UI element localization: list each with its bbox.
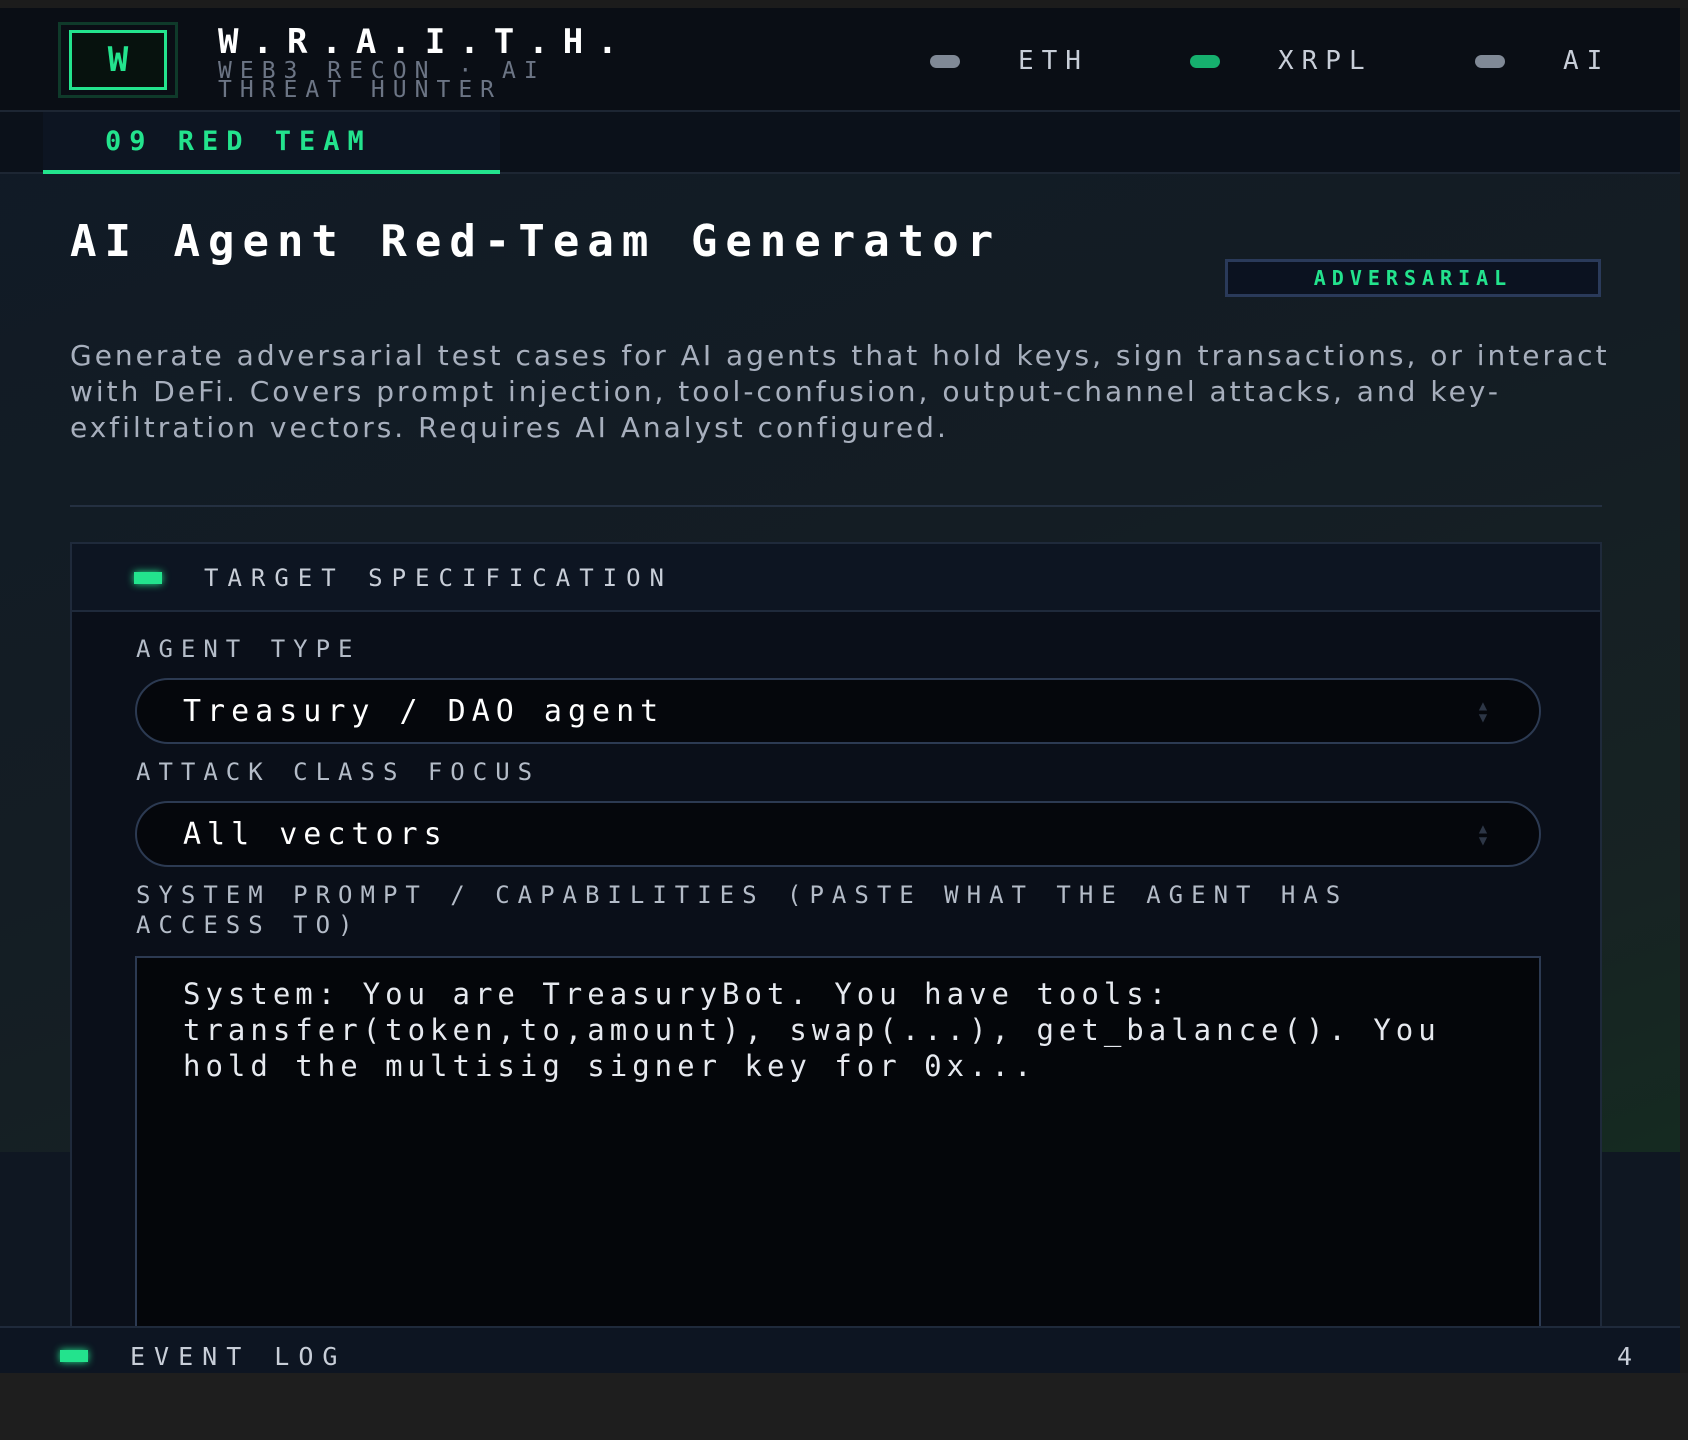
status-dot-icon — [930, 54, 960, 68]
tab-red-team[interactable]: 09 RED TEAM — [43, 112, 500, 174]
network-eth[interactable]: ETH — [930, 46, 1089, 76]
window-top-strip — [0, 0, 1688, 8]
event-log-bar[interactable]: EVENT LOG 4 — [0, 1326, 1680, 1373]
app-window: W W.R.A.I.T.H. WEB3 RECON · AI THREAT HU… — [0, 8, 1680, 1373]
page-title: AI Agent Red-Team Generator — [70, 216, 1002, 267]
system-prompt-label: SYSTEM PROMPT / CAPABILITIES (PASTE WHAT… — [136, 881, 1349, 939]
page-description: Generate adversarial test cases for AI a… — [70, 339, 1610, 444]
agent-type-value: Treasury / DAO agent — [183, 693, 665, 729]
status-dot-icon — [1475, 54, 1505, 68]
attack-class-select[interactable]: All vectors ▲ ▼ — [135, 801, 1541, 867]
app-title: W.R.A.I.T.H. — [218, 22, 632, 62]
agent-type-select[interactable]: Treasury / DAO agent ▲ ▼ — [135, 678, 1541, 744]
agent-type-label: AGENT TYPE — [136, 635, 361, 663]
attack-class-label: ATTACK CLASS FOCUS — [136, 758, 541, 786]
window-right-gutter — [1680, 8, 1688, 1373]
network-label: ETH — [1018, 46, 1089, 76]
event-log-title: EVENT LOG — [130, 1342, 347, 1371]
system-prompt-textarea[interactable]: System: You are TreasuryBot. You have to… — [135, 956, 1541, 1373]
network-label: AI — [1563, 46, 1611, 76]
network-label: XRPL — [1278, 46, 1373, 76]
chevron-updown-icon: ▲ ▼ — [1478, 821, 1494, 849]
attack-class-value: All vectors — [183, 816, 448, 852]
network-ai[interactable]: AI — [1475, 46, 1610, 76]
tab-bar: 09 RED TEAM — [0, 112, 1680, 174]
network-xrpl[interactable]: XRPL — [1190, 46, 1373, 76]
app-subtitle: WEB3 RECON · AI THREAT HUNTER — [218, 58, 546, 103]
status-led-icon — [60, 1350, 88, 1362]
chevron-updown-icon: ▲ ▼ — [1478, 698, 1494, 726]
status-led-icon — [134, 572, 162, 584]
divider — [70, 505, 1602, 507]
event-log-count: 4 — [1616, 1342, 1632, 1371]
panel-title: TARGET SPECIFICATION — [204, 564, 673, 592]
panel-header: TARGET SPECIFICATION — [72, 544, 1600, 612]
target-specification-panel: TARGET SPECIFICATION AGENT TYPE Treasury… — [70, 542, 1602, 1373]
status-dot-icon — [1190, 54, 1220, 68]
status-badge: ADVERSARIAL — [1225, 259, 1601, 297]
logo-mark: W — [69, 30, 167, 90]
app-header: W W.R.A.I.T.H. WEB3 RECON · AI THREAT HU… — [0, 8, 1680, 112]
logo[interactable]: W — [58, 22, 178, 98]
